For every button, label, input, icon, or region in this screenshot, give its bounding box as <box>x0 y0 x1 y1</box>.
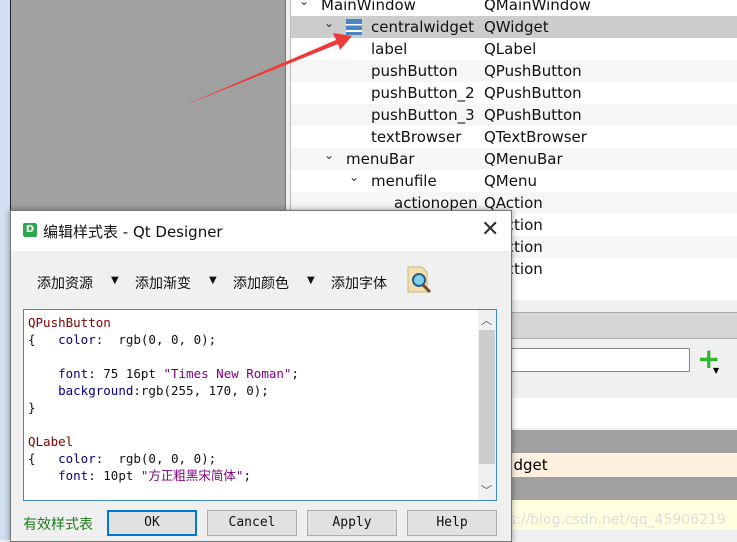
object-class: QWidget <box>484 18 549 36</box>
dropdown-arrow-icon[interactable]: ▼ <box>713 366 719 375</box>
scroll-down-icon[interactable]: ﹀ <box>481 482 492 498</box>
code-token: QLabel <box>28 434 74 449</box>
add-color-button[interactable]: 添加颜色 <box>233 273 289 293</box>
code-token: ; <box>291 366 299 381</box>
help-button[interactable]: Help <box>407 510 497 536</box>
apply-button[interactable]: Apply <box>307 510 397 536</box>
add-gradient-button[interactable]: 添加渐变 <box>135 273 191 293</box>
tree-row[interactable]: pushButton QPushButton <box>291 60 737 82</box>
code-token: font <box>58 468 89 483</box>
chevron-down-icon[interactable]: ⌄ <box>324 144 334 166</box>
object-name: pushButton_3 <box>371 106 475 124</box>
tree-row[interactable]: ⌄ menufile QMenu <box>291 170 737 192</box>
object-name: pushButton <box>371 62 458 80</box>
object-name: MainWindow <box>321 0 416 14</box>
chevron-down-icon[interactable]: ⌄ <box>299 0 309 12</box>
code-token: } <box>28 400 36 415</box>
property-filter-input[interactable] <box>500 348 690 372</box>
code-token: { <box>28 332 59 347</box>
chevron-down-icon[interactable]: ▼ <box>209 275 217 286</box>
tree-row[interactable]: pushButton_3 QPushButton <box>291 104 737 126</box>
code-token: "Times New Roman" <box>163 366 292 381</box>
object-class: QPushButton <box>484 84 582 102</box>
object-class: QPushButton <box>484 106 582 124</box>
object-class: QMenuBar <box>484 150 563 168</box>
ok-button[interactable]: OK <box>107 510 197 536</box>
chevron-down-icon[interactable]: ⌄ <box>349 166 359 188</box>
stylesheet-code: QPushButton { color: rgb(0, 0, 0); font:… <box>28 314 299 484</box>
object-class: QLabel <box>484 40 537 58</box>
code-token: color <box>58 451 96 466</box>
title-bar: D 编辑样式表 - Qt Designer ✕ <box>11 211 511 251</box>
code-token: : 10pt <box>88 468 141 483</box>
magnifier-icon[interactable] <box>405 265 433 295</box>
watermark: https://blog.csdn.net/qq_45906219 <box>480 512 726 528</box>
code-token: ; <box>243 468 251 483</box>
tree-row[interactable]: textBrowser QTextBrowser <box>291 126 737 148</box>
valid-stylesheet-status: 有效样式表 <box>23 517 93 533</box>
cancel-button[interactable]: Cancel <box>207 510 297 536</box>
code-token: { <box>28 451 59 466</box>
chevron-down-icon[interactable]: ▼ <box>111 275 119 286</box>
add-resource-button[interactable]: 添加资源 <box>37 273 93 293</box>
stylesheet-text-editor[interactable]: QPushButton { color: rgb(0, 0, 0); font:… <box>23 309 497 501</box>
code-token: color <box>58 332 96 347</box>
object-class: QPushButton <box>484 62 582 80</box>
code-token: : rgb(0, 0, 0); <box>95 451 217 466</box>
tree-row[interactable]: ⌄ MainWindow QMainWindow <box>291 0 737 16</box>
chevron-down-icon[interactable]: ▼ <box>307 275 315 286</box>
object-class: QTextBrowser <box>484 128 587 146</box>
code-token: font <box>58 366 89 381</box>
object-name: textBrowser <box>371 128 462 146</box>
code-token: background <box>58 383 134 398</box>
edit-stylesheet-dialog: D 编辑样式表 - Qt Designer ✕ 添加资源 ▼ 添加渐变 ▼ 添加… <box>10 210 512 542</box>
widget-layout-icon <box>346 19 362 35</box>
object-name: centralwidget <box>371 18 474 36</box>
object-name: label <box>371 40 408 58</box>
close-icon[interactable]: ✕ <box>481 217 499 242</box>
qt-designer-icon: D <box>23 223 37 237</box>
add-font-button[interactable]: 添加字体 <box>331 273 387 293</box>
vertical-scrollbar[interactable]: ︿ ﹀ <box>478 310 496 500</box>
chevron-down-icon[interactable]: ⌄ <box>324 12 334 34</box>
dialog-title: 编辑样式表 - Qt Designer <box>43 223 223 241</box>
tree-row[interactable]: label QLabel <box>291 38 737 60</box>
code-token: "方正粗黑宋简体" <box>140 468 244 483</box>
scrollbar-thumb[interactable] <box>479 330 495 464</box>
object-name: menufile <box>371 172 437 190</box>
code-token: : rgb(0, 0, 0); <box>95 332 217 347</box>
object-class: QMainWindow <box>484 0 591 14</box>
tree-row[interactable]: pushButton_2 QPushButton <box>291 82 737 104</box>
tree-row[interactable]: ⌄ centralwidget QWidget <box>291 16 737 38</box>
object-name: pushButton_2 <box>371 84 475 102</box>
code-token: :rgb(255, 170, 0); <box>133 383 269 398</box>
scroll-up-icon[interactable]: ︿ <box>481 312 492 328</box>
code-token: : 75 16pt <box>88 366 164 381</box>
object-class: QMenu <box>484 172 537 190</box>
code-token: QPushButton <box>28 315 111 330</box>
